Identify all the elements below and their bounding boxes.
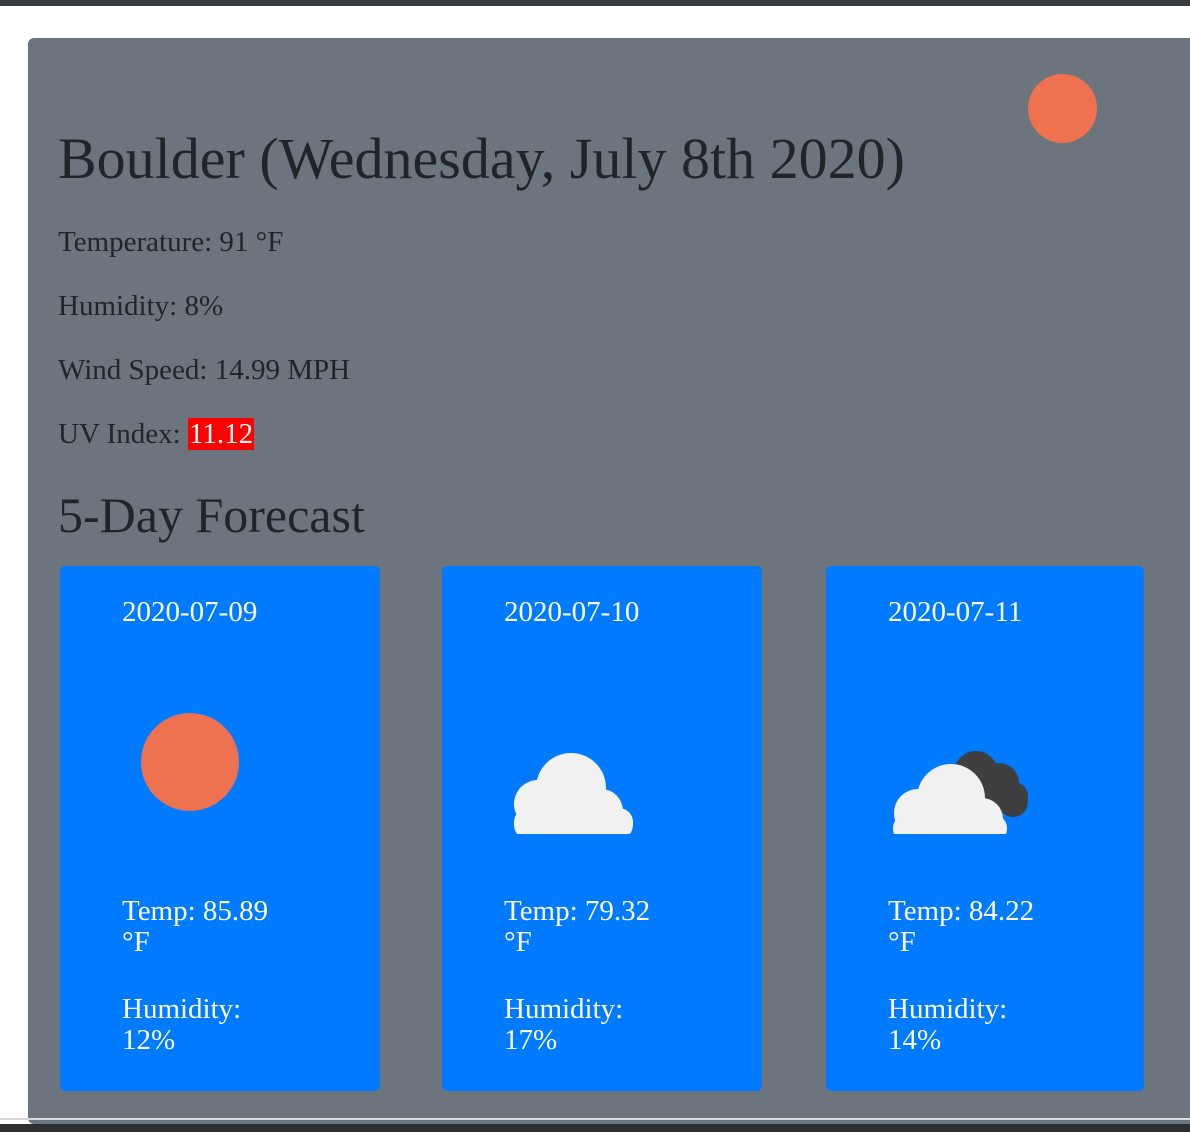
weather-panel: Boulder (Wednesday, July 8th 2020) Tempe… (28, 38, 1190, 1124)
current-humidity: Humidity: 8% (58, 290, 224, 322)
forecast-temp-unit: °F (888, 926, 916, 958)
forecast-card: 2020-07-10 Temp: 79.32 °F Humidity: 17% (442, 566, 762, 1091)
forecast-humidity-value: 12% (122, 1024, 176, 1056)
forecast-title: 5-Day Forecast (58, 487, 365, 543)
browser-bottom-bar (0, 1124, 1190, 1132)
weather-content: Boulder (Wednesday, July 8th 2020) Tempe… (28, 38, 1190, 1124)
uv-index-label: UV Index: (58, 418, 188, 450)
forecast-date: 2020-07-11 (888, 596, 1023, 628)
forecast-date: 2020-07-10 (504, 596, 640, 628)
forecast-humidity-value: 17% (504, 1024, 558, 1056)
forecast-temp: Temp: 84.22 °F (888, 896, 1088, 958)
forecast-humidity-label: Humidity: (504, 993, 624, 1025)
forecast-humidity: Humidity: 12% (122, 994, 322, 1056)
forecast-humidity: Humidity: 14% (888, 994, 1088, 1056)
forecast-card: 2020-07-09 Temp: 85.89 °F Humidity: 12% (60, 566, 380, 1091)
current-temperature: Temperature: 91 °F (58, 226, 284, 258)
current-uv-index: UV Index: 11.12 (58, 416, 255, 452)
forecast-humidity-value: 14% (888, 1024, 942, 1056)
forecast-humidity-label: Humidity: (888, 993, 1008, 1025)
sun-icon (141, 713, 239, 811)
city-date-title: Boulder (Wednesday, July 8th 2020) (58, 126, 905, 191)
browser-top-bar (0, 0, 1190, 6)
window-bottom-edge (0, 1118, 1190, 1120)
forecast-humidity-label: Humidity: (122, 993, 242, 1025)
forecast-card: 2020-07-11 Temp: 84.22 °F Humidity: 14% (826, 566, 1144, 1091)
forecast-temp-value: Temp: 79.32 (504, 895, 651, 927)
forecast-date: 2020-07-09 (122, 596, 258, 628)
forecast-temp: Temp: 85.89 °F (122, 896, 322, 958)
uv-index-badge: 11.12 (187, 418, 255, 450)
forecast-temp: Temp: 79.32 °F (504, 896, 704, 958)
cloud-icon (514, 753, 633, 834)
forecast-temp-unit: °F (122, 926, 150, 958)
sun-icon (1028, 74, 1097, 143)
current-wind-speed: Wind Speed: 14.99 MPH (58, 354, 351, 386)
broken-clouds-icon (893, 751, 1028, 834)
forecast-temp-unit: °F (504, 926, 532, 958)
forecast-temp-value: Temp: 84.22 (888, 895, 1035, 927)
forecast-humidity: Humidity: 17% (504, 994, 704, 1056)
forecast-temp-value: Temp: 85.89 (122, 895, 269, 927)
